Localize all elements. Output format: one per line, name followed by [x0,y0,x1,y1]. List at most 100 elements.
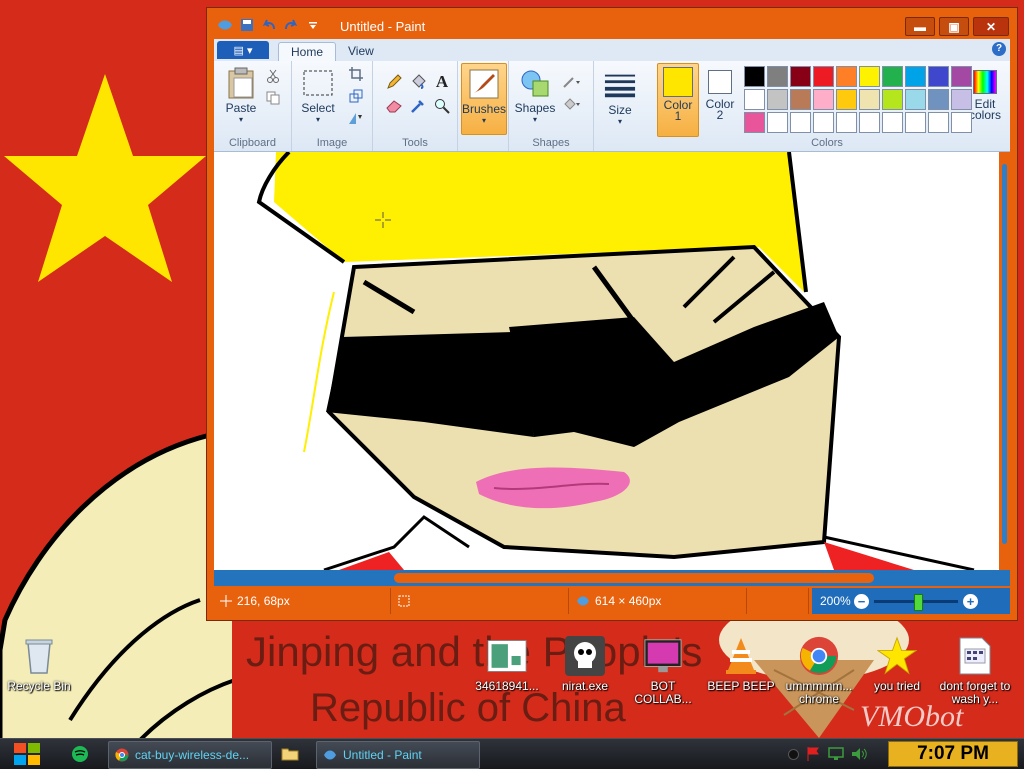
palette-swatch[interactable] [882,112,903,133]
image-size-field: 614 × 460px [576,588,747,614]
select-rectangle-icon [302,67,334,99]
palette-swatch[interactable] [767,66,788,87]
palette-swatch[interactable] [744,66,765,87]
monitor-icon [643,636,683,676]
palette-swatch[interactable] [836,66,857,87]
color1-button[interactable]: Color 1 [657,63,699,137]
magnifier-icon[interactable] [433,97,451,115]
task-label: Untitled - Paint [343,748,422,762]
palette-swatch[interactable] [813,112,834,133]
palette-swatch[interactable] [790,112,811,133]
crop-icon[interactable] [347,65,365,83]
color2-button[interactable]: Color 2 [700,63,740,135]
palette-swatch[interactable] [928,89,949,110]
customize-qat-icon[interactable] [305,18,321,32]
palette-swatch[interactable] [744,112,765,133]
zoom-out-button[interactable]: − [854,593,869,609]
horizontal-scrollbar[interactable] [214,570,1010,586]
palette-swatch[interactable] [951,112,972,133]
eraser-icon[interactable] [385,97,403,115]
color-picker-icon[interactable] [409,97,427,115]
vertical-scroll-thumb[interactable] [1002,164,1007,544]
palette-swatch[interactable] [859,66,880,87]
text-tool-icon[interactable]: A [433,72,451,91]
horizontal-scroll-thumb[interactable] [394,573,874,583]
resize-icon[interactable] [347,87,365,105]
close-button[interactable]: ✕ [973,17,1009,36]
tab-home[interactable]: Home [278,42,337,62]
palette-swatch[interactable] [928,112,949,133]
maximize-button[interactable]: ▣ [939,17,969,36]
palette-swatch[interactable] [836,89,857,110]
palette-swatch[interactable] [882,89,903,110]
palette-swatch[interactable] [905,66,926,87]
title-bar[interactable]: Untitled - Paint ▬ ▣ ✕ [207,8,1017,42]
desktop-icon-dont-forget[interactable]: dont forget to wash y... [936,636,1014,706]
desktop-icon-beep-beep[interactable]: BEEP BEEP [702,636,780,693]
size-button[interactable]: Size ▾ [598,69,642,128]
save-icon[interactable] [239,18,255,32]
palette-swatch[interactable] [744,89,765,110]
rotate-icon[interactable] [347,109,365,127]
desktop-icon-chrome[interactable]: ummmmm... chrome [780,636,858,706]
desktop-icon-you-tried[interactable]: you tried [858,636,936,693]
palette-swatch[interactable] [767,112,788,133]
drawing-canvas[interactable] [214,152,999,570]
file-menu-button[interactable]: ▤ ▾ [217,41,269,59]
palette-swatch[interactable] [859,89,880,110]
system-tray [788,745,869,763]
vertical-scrollbar[interactable] [999,152,1010,570]
redo-icon[interactable] [283,18,299,32]
canvas-area[interactable] [214,152,1010,570]
desktop-icon-bot-collab[interactable]: BOT COLLAB... [624,636,702,706]
copy-icon[interactable] [264,89,282,107]
zoom-slider[interactable] [874,593,958,611]
desktop-icon-nirat[interactable]: nirat.exe [546,636,624,693]
window-controls: ▬ ▣ ✕ [905,17,1009,36]
outline-icon[interactable] [563,73,581,91]
palette-swatch[interactable] [951,89,972,110]
palette-swatch[interactable] [813,66,834,87]
palette-swatch[interactable] [813,89,834,110]
paint-app-icon[interactable] [217,18,233,32]
zoom-in-button[interactable]: + [963,593,978,609]
action-center-flag-icon[interactable] [805,746,821,762]
palette-swatch[interactable] [928,66,949,87]
shapes-button[interactable]: Shapes ▾ [513,67,557,126]
start-button[interactable] [10,741,44,767]
palette-swatch[interactable] [767,89,788,110]
network-icon[interactable] [827,747,845,761]
palette-swatch[interactable] [905,89,926,110]
volume-icon[interactable] [851,747,869,761]
paste-button[interactable]: Paste ▾ [220,67,262,126]
tab-view[interactable]: View [336,42,386,61]
record-dot-icon[interactable] [788,748,799,760]
fill-icon[interactable] [563,95,581,113]
desktop-icon-recycle-bin[interactable]: Recycle Bin [0,636,78,693]
minimize-button[interactable]: ▬ [905,17,935,36]
palette-swatch[interactable] [836,112,857,133]
brushes-button[interactable]: Brushes ▾ [461,63,507,135]
color1-label-line2: 1 [674,109,682,123]
palette-swatch[interactable] [859,112,880,133]
group-clipboard: Paste ▾ Clipboard [214,61,292,151]
desktop-icon-file-34618941[interactable]: 34618941... [468,636,546,693]
taskbar-clock[interactable]: 7:07 PM [888,741,1018,767]
taskbar-spotify[interactable] [66,742,94,766]
palette-swatch[interactable] [905,112,926,133]
taskbar-task-chrome[interactable]: cat-buy-wireless-de... [108,741,272,769]
color2-swatch [708,70,732,94]
palette-swatch[interactable] [951,66,972,87]
fill-bucket-icon[interactable] [409,73,427,91]
undo-icon[interactable] [261,18,277,32]
cut-icon[interactable] [264,67,282,85]
select-button[interactable]: Select ▾ [296,67,340,126]
zoom-slider-knob[interactable] [914,593,923,611]
palette-swatch[interactable] [882,66,903,87]
pencil-icon[interactable] [385,73,403,91]
palette-swatch[interactable] [790,89,811,110]
taskbar-file-explorer[interactable] [276,742,304,766]
palette-swatch[interactable] [790,66,811,87]
help-button[interactable]: ? [992,42,1006,56]
taskbar-task-paint[interactable]: Untitled - Paint [316,741,480,769]
